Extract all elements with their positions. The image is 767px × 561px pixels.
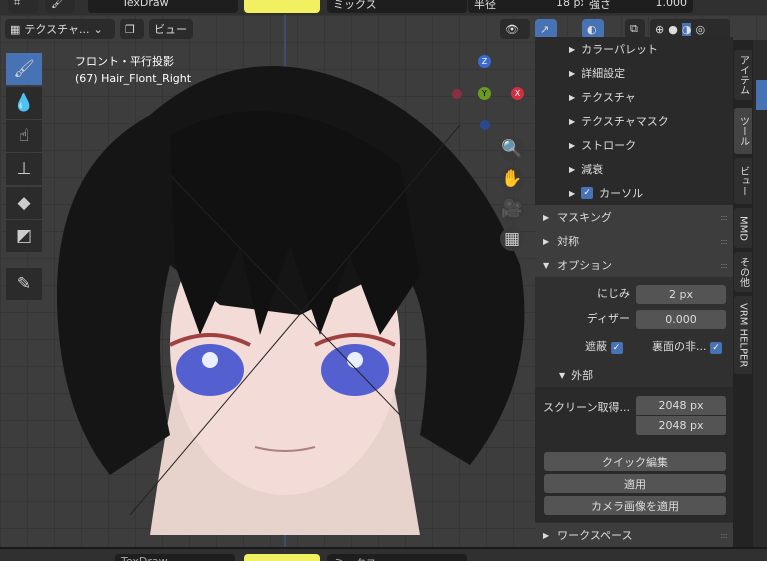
screen-grab-y-field[interactable]: 2048 px (636, 416, 726, 435)
lower-brush-name[interactable]: TexDraw (115, 554, 235, 561)
subpanel-color-palette[interactable]: ▶ カラーパレット (535, 37, 733, 61)
cursor-checkbox[interactable]: ✓ (581, 187, 594, 199)
texture-paint-icon: ▦ (10, 22, 21, 36)
sidebar-tabs: アイテム ツール ビュー MMD その他 VRM HELPER (733, 40, 753, 547)
lower-blend-mode[interactable]: ミックス (327, 554, 467, 561)
color-swatch[interactable] (244, 0, 320, 13)
annotate-tool-icon[interactable]: ✎ (6, 268, 42, 300)
overlay-toggle-icon[interactable]: ◐ (582, 19, 604, 39)
subpanel-label: 詳細設定 (581, 67, 626, 80)
grid-icon[interactable]: ▦ (500, 227, 524, 251)
subpanel-cursor[interactable]: ▶ ✓ カーソル (535, 181, 733, 205)
soften-tool-icon[interactable]: 💧 (6, 87, 42, 119)
strength-field[interactable]: 強さ 1.000 (583, 0, 693, 13)
subpanel-label: ストローク (581, 139, 637, 152)
tab-mmd[interactable]: MMD (734, 208, 752, 248)
draw-tool-icon[interactable]: 🖌 (6, 53, 42, 85)
snap-icon[interactable]: ⌗ (8, 0, 38, 13)
subpanel-label: 外部 (571, 369, 594, 382)
strength-label: 強さ (589, 0, 611, 11)
bleed-label: にじみ (597, 287, 630, 300)
backface-label: 裏面の非... (652, 340, 707, 353)
fill-tool-icon[interactable]: ◆ (6, 187, 42, 219)
panel-label: オプション (557, 259, 613, 272)
subpanel-advanced[interactable]: ▶ 詳細設定 (535, 61, 733, 85)
occlude-checkbox[interactable]: ✓ (610, 342, 623, 354)
mode-label: テクスチャ... (24, 23, 90, 36)
xray-icon[interactable]: ⧉ (625, 19, 645, 39)
solid-icon[interactable]: ● (668, 23, 678, 36)
shading-modes[interactable]: ⊕ ● ◑ ◎ (650, 19, 730, 39)
subpanel-label: テクスチャマスク (581, 115, 669, 128)
subpanel-falloff[interactable]: ▶ 減衰 (535, 157, 733, 181)
navigation-gizmo[interactable]: Z Y X (452, 51, 528, 131)
view-name: フロント・平行投影 (75, 55, 174, 68)
strength-value: 1.000 (655, 0, 688, 9)
panel-masking[interactable]: ▶ マスキング:::: (535, 205, 733, 229)
subpanel-label: テクスチャ (581, 91, 636, 104)
occlude-label: 遮蔽 (585, 340, 607, 353)
panel-options[interactable]: ▼ オプション:::: (535, 253, 733, 277)
adjacent-area (753, 40, 767, 547)
material-preview-icon[interactable]: ◑ (681, 22, 692, 36)
view-menu-label: ビュー (154, 23, 187, 36)
tab-tool[interactable]: ツール (734, 108, 752, 154)
panel-label: 対称 (557, 235, 580, 248)
lower-color-swatch[interactable] (244, 554, 320, 561)
screen-grab-label: スクリーン取得... (543, 401, 630, 414)
selectability-icon[interactable]: 👁 (500, 19, 530, 39)
dither-label: ディザー (586, 312, 630, 325)
panel-label: マスキング (557, 211, 612, 224)
cursor-label: カーソル (599, 187, 644, 200)
panel-label: ワークスペース (557, 529, 633, 542)
dither-field[interactable]: 0.000 (636, 310, 726, 329)
apply-button[interactable]: 適用 (544, 474, 726, 493)
screen-grab-x-field[interactable]: 2048 px (636, 396, 726, 415)
apply-camera-image-button[interactable]: カメラ画像を適用 (544, 496, 726, 515)
camera-icon[interactable]: 🎥 (500, 197, 524, 221)
panel-symmetry[interactable]: ▶ 対称:::: (535, 229, 733, 253)
subpanel-stroke[interactable]: ▶ ストローク (535, 133, 733, 157)
subpanel-label: 減衰 (581, 163, 604, 176)
subpanel-texture-mask[interactable]: ▶ テクスチャマスク (535, 109, 733, 133)
pan-hand-icon[interactable]: ✋ (500, 167, 524, 191)
view-menu[interactable]: ビュー (149, 19, 193, 39)
radius-label: 半径 (474, 0, 496, 11)
rendered-icon[interactable]: ◎ (695, 23, 705, 36)
brush-selector[interactable]: TexDraw (88, 0, 238, 13)
brush-name: TexDraw (122, 0, 169, 9)
subpanel-texture[interactable]: ▶ テクスチャ (535, 85, 733, 109)
tab-vrm-helper[interactable]: VRM HELPER (734, 296, 752, 374)
wireframe-icon[interactable]: ⊕ (655, 23, 664, 36)
clone-tool-icon[interactable]: ⊥ (6, 153, 42, 185)
gizmo-x[interactable]: X (511, 87, 524, 100)
zoom-icon[interactable]: 🔍 (500, 137, 524, 161)
mask-tool-icon[interactable]: ◩ (6, 220, 42, 252)
smear-tool-icon[interactable]: ☝ (6, 120, 42, 152)
subpanel-label: カラーパレット (581, 43, 659, 56)
tab-view[interactable]: ビュー (734, 158, 752, 204)
panel-workspace[interactable]: ▶ ワークスペース:::: (535, 523, 733, 547)
object-name: (67) Hair_Flont_Right (75, 72, 192, 85)
bleed-field[interactable]: 2 px (636, 285, 726, 304)
blend-mode-select[interactable]: ミックス (327, 0, 467, 13)
quick-edit-button[interactable]: クイック編集 (544, 452, 726, 471)
gizmo-z[interactable]: Z (478, 55, 491, 68)
radius-field[interactable]: 半径 18 px (468, 0, 593, 13)
backface-culling-checkbox[interactable]: ✓ (710, 342, 722, 354)
blend-mode-value: ミックス (333, 0, 377, 11)
tab-item[interactable]: アイテム (734, 50, 752, 100)
mode-select[interactable]: ▦ テクスチャ... ⌄ (5, 19, 115, 39)
copy-icon[interactable]: ❐ (120, 19, 144, 39)
brush-icon[interactable]: 🖌 (45, 0, 75, 13)
tool-settings-bar: ⌗ 🖌 TexDraw ミックス 半径 18 px 強さ 1.000 (0, 0, 767, 15)
gizmo-y[interactable]: Y (478, 87, 491, 100)
lower-tool-settings-bar: TexDraw ミックス (0, 547, 767, 561)
sidebar-panel: ▶ カラーパレット ▶ 詳細設定 ▶ テクスチャ ▶ テクスチャマスク ▶ ストローク ▶… (535, 37, 733, 547)
chevron-down-icon: ⌄ (93, 22, 103, 36)
tab-misc[interactable]: その他 (734, 252, 752, 292)
gizmo-toggle-icon[interactable]: ↗ (535, 19, 557, 39)
subpanel-external[interactable]: ▼ 外部 (535, 363, 733, 387)
